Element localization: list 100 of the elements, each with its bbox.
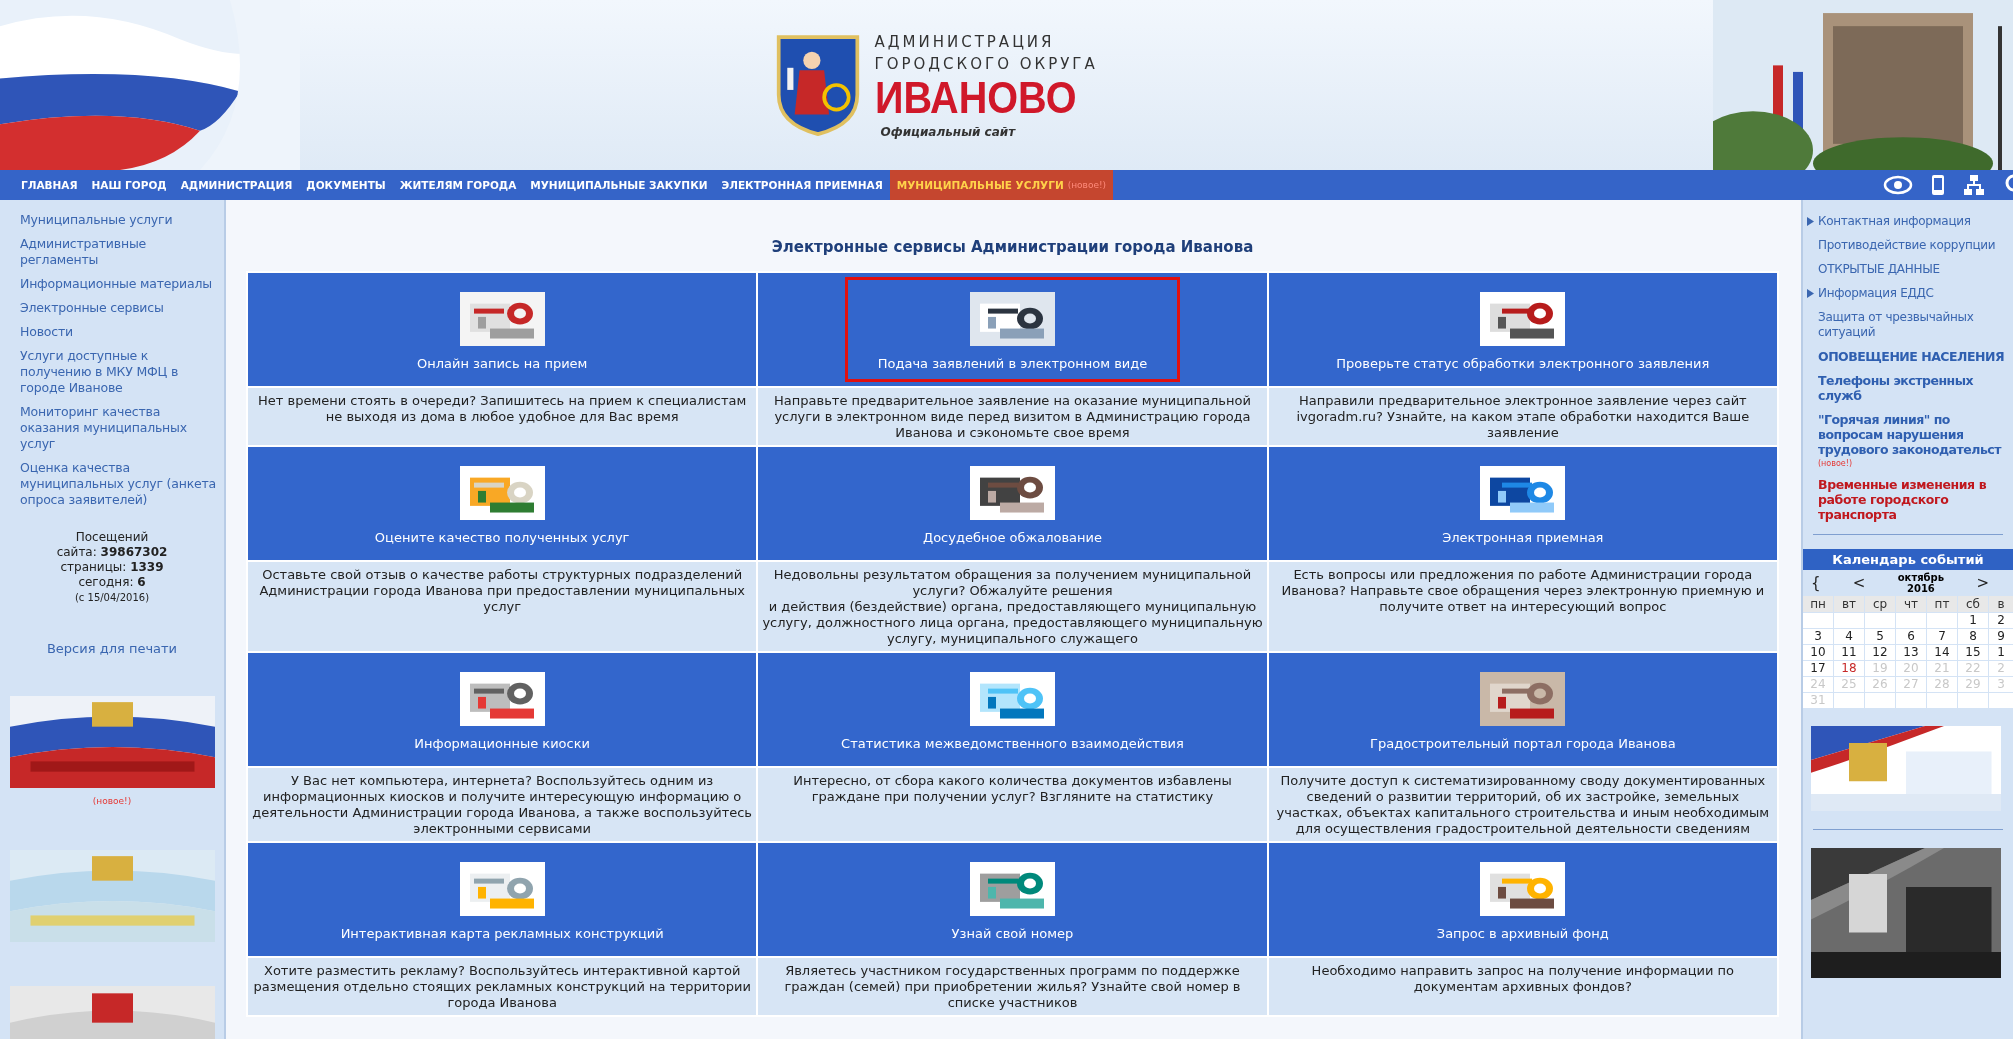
calendar-cell [1927, 693, 1957, 708]
sidebar-link[interactable]: Новости [20, 324, 220, 340]
nav-link[interactable]: АДМИНИСТРАЦИЯ [173, 170, 300, 200]
calendar-day[interactable]: 5 [1865, 629, 1895, 644]
sitemap-icon[interactable] [1963, 174, 1985, 196]
visit-counter-line: сайта: 39867302 [55, 545, 169, 560]
calendar-cell [1865, 693, 1895, 708]
service-tile[interactable]: Оцените качество полученных услуг [248, 447, 757, 560]
sidebar-link[interactable]: Электронные сервисы [20, 300, 220, 316]
nav-link[interactable]: ЖИТЕЛЯМ ГОРОДА [392, 170, 524, 200]
sidebar-link[interactable]: Контактная информация [1818, 214, 1971, 229]
service-tile[interactable]: Градостроительный портал города Иванова [1268, 653, 1777, 766]
service-tile[interactable]: Онлайн запись на прием [248, 273, 757, 386]
calendar-day[interactable]: 8 [1958, 629, 1988, 644]
service-tile[interactable]: Статистика межведомственного взаимодействия [758, 653, 1267, 766]
service-description: Направьте предварительное заявление на оказание муниципальной услуги в электронном виде перед визитом в Администрацию города Иванова и сэкономьте свое время [758, 388, 1267, 445]
service-description: Хотите разместить рекламу? Воспользуйтесь интерактивной картой размещения отдельно стоящих рекламных конструкций на территории города Иванова [248, 958, 757, 1015]
calendar-day[interactable]: 14 [1927, 645, 1957, 660]
nav-link[interactable]: ЭЛЕКТРОННАЯ ПРИЕМНАЯ [714, 170, 890, 200]
nav-link[interactable]: ГЛАВНАЯ [14, 170, 85, 200]
service-tile[interactable]: Запрос в архивный фонд [1268, 843, 1777, 956]
service-title: Информационные киоски [414, 736, 590, 751]
sidebar-link[interactable]: Оценка качества муниципальных услуг (анкета опроса заявителей) [20, 460, 220, 508]
service-description: Недовольны результатом обращения за получением муниципальной услуги? Обжалуйте решения и действия (бездействие) органа, предоставляющего муниципальную услугу, должностного лица органа, предоставляющего муниципальную услугу, муниципального служащего [758, 562, 1267, 651]
service-title: Градостроительный портал города Иванова [1370, 736, 1676, 751]
sidebar-link[interactable]: Информационные материалы [20, 276, 220, 292]
service-title: Подача заявлений в электронном виде [877, 356, 1148, 371]
calendar-day[interactable]: 1 [1958, 613, 1988, 628]
nav-link[interactable]: ДОКУМЕНТЫ [299, 170, 393, 200]
service-title: Проверьте статус обработки электронного заявления [1336, 356, 1710, 371]
sidebar-link[interactable]: Телефоны экстренных служб [1818, 373, 2013, 403]
calendar-day[interactable]: 10 [1803, 645, 1833, 660]
calendar-day[interactable]: 9 [1989, 629, 2013, 644]
service-tile[interactable]: Узнай свой номер [758, 843, 1267, 956]
calendar-day[interactable]: 17 [1803, 661, 1833, 676]
next-month-link[interactable]: > [1976, 574, 1989, 592]
new-label: (новое!) [92, 796, 132, 806]
site-subtitle: Официальный сайт [880, 125, 1017, 139]
sidebar-link[interactable]: Муниципальные услуги [20, 212, 220, 228]
service-description: Являетесь участником государственных программ по поддержке граждан (семей) при приобретении жилья? Узнайте свой номер в списке участников [758, 958, 1267, 1015]
service-description: У Вас нет компьютера, интернета? Воспользуйтесь одним из информационных киосков и получите интересующую информацию о деятельности Администрации города Иванова, а также воспользуйтесь электронными сервисами [248, 768, 757, 841]
nav-link[interactable]: МУНИЦИПАЛЬНЫЕ УСЛУГИ (новое!) [889, 170, 1114, 200]
calendar-cell [1834, 613, 1864, 628]
sidebar-link[interactable]: "Горячая линия" по вопросам нарушения трудового законодательст [1818, 412, 2013, 457]
previous-month-link[interactable]: < [1852, 574, 1866, 592]
print-version-link[interactable]: Версия для печати [0, 615, 224, 674]
calendar-day[interactable]: 11 [1834, 645, 1864, 660]
service-description: Получите доступ к систематизированному своду документированных сведений о развитии территорий, об их застройке, земельных участках, объектах капитального строительства и иным необходимым для осуществления градостроительной деятельности сведениям [1268, 768, 1777, 841]
calendar-cell [1989, 693, 2013, 708]
calendar-day[interactable]: 13 [1896, 645, 1926, 660]
calendar-day[interactable]: 15 [1958, 645, 1988, 660]
section-title: Электронные сервисы Администрации города Иванова [770, 238, 1255, 256]
triangle-icon [1807, 289, 1814, 298]
calendar-cell [1896, 613, 1926, 628]
sidebar-link[interactable]: Административные регламенты [20, 236, 220, 268]
eye-icon[interactable] [1883, 175, 1913, 195]
calendar-cell [1896, 693, 1926, 708]
sidebar-link[interactable]: Противодействие коррупции [1818, 238, 1996, 253]
service-tile[interactable]: Досудебное обжалование [758, 447, 1267, 560]
phone-icon[interactable] [1931, 174, 1945, 196]
calendar-day[interactable]: 3 [1803, 629, 1833, 644]
calendar-day[interactable]: 1 [1989, 645, 2013, 660]
sidebar-link[interactable]: ОТКРЫТЫЕ ДАННЫЕ [1818, 262, 1940, 277]
sidebar-link[interactable]: ОПОВЕЩЕНИЕ НАСЕЛЕНИЯ [1818, 349, 2005, 364]
service-title: Онлайн запись на прием [416, 356, 588, 371]
city-name: ИВАНОВО [874, 75, 1077, 121]
calendar-cell [1865, 613, 1895, 628]
service-tile[interactable]: Информационные киоски [248, 653, 757, 766]
calendar-year: 2016 [1907, 583, 1935, 594]
nav-link[interactable]: НАШ ГОРОД [84, 170, 174, 200]
service-title: Досудебное обжалование [922, 530, 1102, 545]
new-label: (новое!) [1067, 180, 1107, 190]
nav-link[interactable]: МУНИЦИПАЛЬНЫЕ ЗАКУПКИ [523, 170, 715, 200]
sidebar-link[interactable]: Услуги доступные к получению в МКУ МФЦ в городе Иванове [20, 348, 220, 396]
calendar-cell [1834, 693, 1864, 708]
weekday-label: пт [1927, 596, 1957, 612]
sidebar-link[interactable]: Временные изменения в работе городского транспорта [1818, 477, 2013, 522]
service-tile[interactable]: Электронная приемная [1268, 447, 1777, 560]
service-title: Интерактивная карта рекламных конструкций [340, 926, 664, 941]
calendar-day[interactable]: 4 [1834, 629, 1864, 644]
service-tile[interactable]: Подача заявлений в электронном виде [758, 273, 1267, 386]
calendar-title: Календарь событий [1803, 549, 2013, 570]
calendar-day[interactable]: 7 [1927, 629, 1957, 644]
service-title: Запрос в архивный фонд [1436, 926, 1609, 941]
sidebar-link[interactable]: Информация ЕДДС [1818, 286, 1934, 301]
calendar-day[interactable]: 2 [1989, 613, 2013, 628]
service-description: Есть вопросы или предложения по работе Администрации города Иванова? Направьте свое обращения через электронную приемную и получите ответ на интересующий вопрос [1268, 562, 1777, 651]
previous-year-link[interactable]: { [1811, 574, 1821, 592]
calendar-cell [1958, 693, 1988, 708]
sidebar-link[interactable]: Защита от чрезвычайных ситуаций [1818, 310, 2013, 340]
service-tile[interactable]: Интерактивная карта рекламных конструкций [248, 843, 757, 956]
calendar-month: октябрь [1897, 572, 1945, 583]
service-title: Электронная приемная [1442, 530, 1604, 545]
weekday-label: вт [1834, 596, 1864, 612]
service-tile[interactable]: Проверьте статус обработки электронного заявления [1268, 273, 1777, 386]
calendar-day[interactable]: 6 [1896, 629, 1926, 644]
sidebar-link[interactable]: Мониторинг качества оказания муниципальных услуг [20, 404, 220, 452]
calendar-day[interactable]: 18 [1834, 661, 1864, 676]
visit-counter-line: сегодня: 6 [77, 575, 147, 590]
calendar-day[interactable]: 12 [1865, 645, 1895, 660]
